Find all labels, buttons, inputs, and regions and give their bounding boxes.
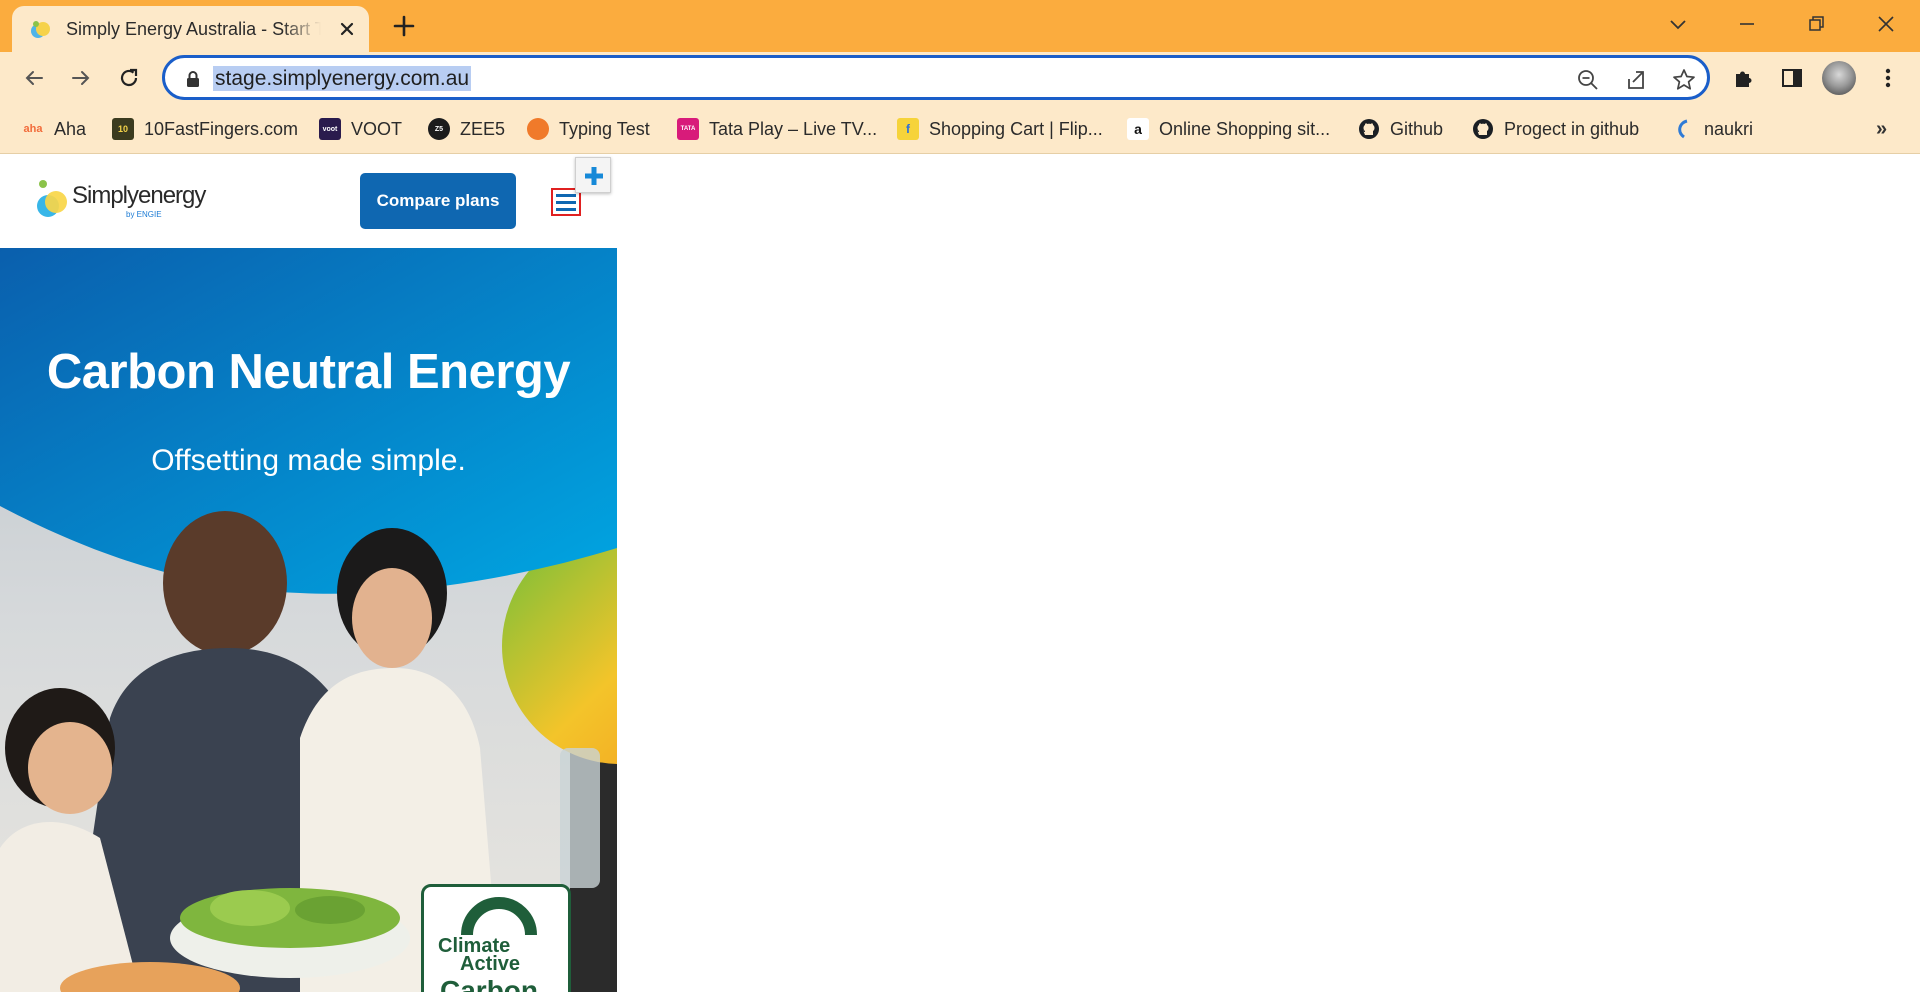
tab-title: Simply Energy Australia - Start Today xyxy=(66,19,321,39)
site-header: Simplyenergy by ENGIE Compare plans xyxy=(0,155,617,248)
badge-text: Climate Active xyxy=(438,936,521,975)
hero-banner: Carbon Neutral Energy Offsetting made si… xyxy=(0,248,617,992)
profile-avatar[interactable] xyxy=(1822,61,1856,95)
browser-toolbar: stage.simplyenergy.com.au xyxy=(0,52,1920,104)
extensions-puzzle-icon[interactable] xyxy=(1730,64,1758,92)
logo-wordmark: Simplyenergy xyxy=(72,182,206,210)
badge-line-carbon: Carbon xyxy=(440,975,538,992)
menu-bar xyxy=(556,201,576,204)
bookmark-10fastfingers[interactable]: 10 10FastFingers.com xyxy=(112,116,298,142)
more-bookmarks-chevron-icon[interactable]: » xyxy=(1876,118,1887,141)
bookmark-aha[interactable]: aha Aha xyxy=(22,116,87,142)
bookmark-label: naukri xyxy=(1704,118,1754,139)
menu-bar xyxy=(556,208,576,211)
minimize-icon[interactable] xyxy=(1733,10,1761,38)
hero-title: Carbon Neutral Energy xyxy=(46,345,571,399)
tab-search-chevron-down-icon[interactable] xyxy=(1664,10,1692,38)
aha-icon: aha xyxy=(23,123,43,135)
bookmark-label: Typing Test xyxy=(559,118,650,139)
bookmark-label: VOOT xyxy=(351,118,403,139)
bookmark-flipkart[interactable]: f Shopping Cart | Flip... xyxy=(897,116,1103,142)
bookmark-typing-test[interactable]: Typing Test xyxy=(527,116,650,142)
simplyenergy-logo[interactable]: Simplyenergy by ENGIE xyxy=(34,176,214,228)
bookmark-voot[interactable]: voot VOOT xyxy=(319,116,402,142)
bookmark-label: Github xyxy=(1390,118,1444,139)
zoom-out-icon[interactable] xyxy=(1575,67,1601,93)
simplyenergy-favicon-icon xyxy=(31,21,50,38)
url-text[interactable]: stage.simplyenergy.com.au xyxy=(213,66,472,91)
close-window-icon[interactable] xyxy=(1872,10,1900,38)
naukri-icon xyxy=(1678,119,1688,139)
bookmark-label: Tata Play – Live TV... xyxy=(709,118,878,139)
bookmark-amazon[interactable]: a Online Shopping sit... xyxy=(1127,116,1330,142)
10fastfingers-icon: 10 xyxy=(112,118,134,140)
zee5-icon: Z5 xyxy=(428,118,450,140)
bookmark-tata-play[interactable]: TATA Tata Play – Live TV... xyxy=(677,116,877,142)
climate-active-badge: Climate Active Carbon xyxy=(421,884,571,992)
reload-icon[interactable] xyxy=(115,64,143,92)
bookmark-progect-in-github[interactable]: Progect in github xyxy=(1472,116,1639,142)
plus-icon xyxy=(585,167,603,185)
close-tab-icon[interactable] xyxy=(336,18,358,40)
address-bar[interactable]: stage.simplyenergy.com.au xyxy=(162,55,1710,100)
bookmark-label: Shopping Cart | Flip... xyxy=(929,118,1103,139)
floating-plus-button[interactable] xyxy=(575,157,611,193)
github-icon xyxy=(1359,119,1379,139)
side-panel-icon[interactable] xyxy=(1778,64,1806,92)
compare-plans-button[interactable]: Compare plans xyxy=(360,173,516,229)
hero-subtitle: Offsetting made simple. xyxy=(151,444,466,477)
voot-icon: voot xyxy=(319,118,341,140)
bookmark-label: ZEE5 xyxy=(460,118,506,139)
bookmark-label: Online Shopping sit... xyxy=(1159,118,1331,139)
flipkart-icon: f xyxy=(897,118,919,140)
logo-text-energy: energy xyxy=(138,182,206,209)
climate-active-arc-icon xyxy=(461,897,537,935)
forward-arrow-icon[interactable] xyxy=(67,64,95,92)
bookmark-label: 10FastFingers.com xyxy=(144,118,299,139)
bookmark-github[interactable]: Github xyxy=(1358,116,1443,142)
tata-play-icon: TATA xyxy=(677,118,699,140)
logo-by-engie: by ENGIE xyxy=(126,210,162,219)
bookmark-label: Aha xyxy=(54,118,87,139)
browser-tab[interactable]: Simply Energy Australia - Start Today xyxy=(12,6,369,52)
share-icon[interactable] xyxy=(1623,67,1649,93)
restore-icon[interactable] xyxy=(1802,10,1830,38)
typing-test-icon xyxy=(527,118,549,140)
amazon-icon: a xyxy=(1127,118,1149,140)
logo-circles-icon xyxy=(37,180,67,217)
web-page: Simplyenergy by ENGIE Compare plans Carb… xyxy=(0,155,1920,1008)
back-arrow-icon[interactable] xyxy=(20,64,48,92)
logo-text-simply: Simply xyxy=(72,182,139,209)
bookmark-label: Progect in github xyxy=(1504,118,1640,139)
bookmark-naukri[interactable]: naukri xyxy=(1672,116,1753,142)
github-icon xyxy=(1473,119,1493,139)
bookmark-star-icon[interactable] xyxy=(1671,67,1697,93)
browser-menu-kebab-icon[interactable] xyxy=(1874,64,1902,92)
bookmarks-bar: aha Aha 10 10FastFingers.com voot VOOT Z… xyxy=(0,104,1920,154)
bookmark-zee5[interactable]: Z5 ZEE5 xyxy=(428,116,505,142)
lock-icon[interactable] xyxy=(185,70,201,88)
badge-line-active: Active xyxy=(460,953,521,975)
menu-bar xyxy=(556,194,576,197)
browser-tab-strip: Simply Energy Australia - Start Today xyxy=(0,0,1920,52)
new-tab-icon[interactable] xyxy=(390,12,418,40)
